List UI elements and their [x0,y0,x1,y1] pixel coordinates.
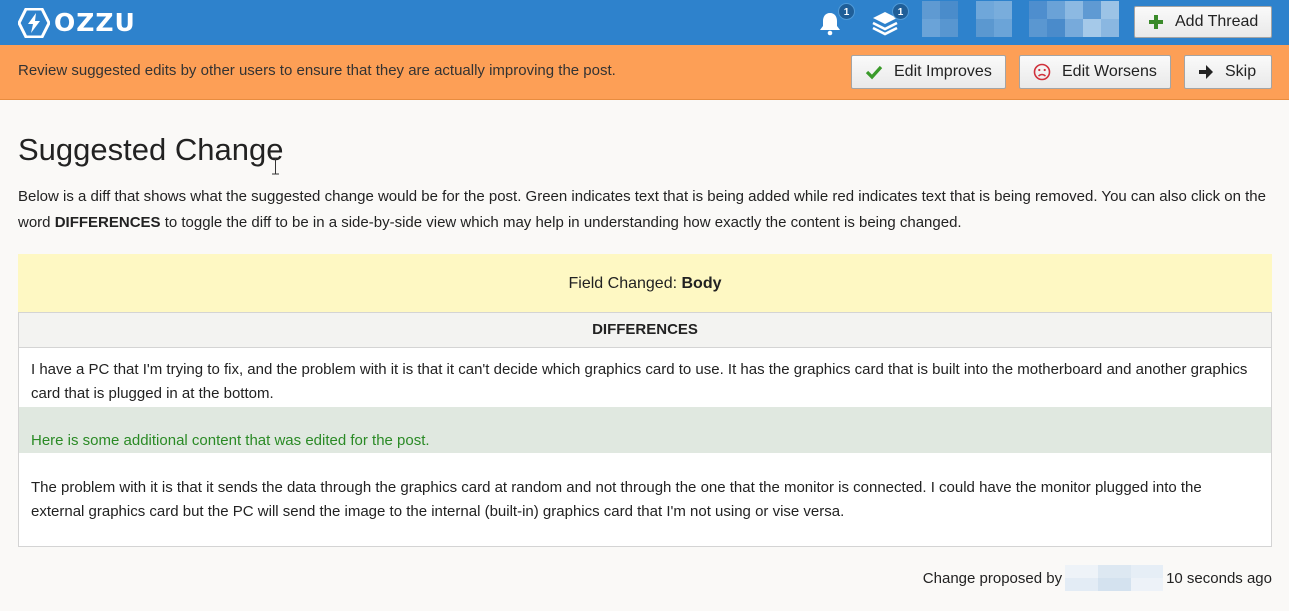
diff-added-row: Here is some additional content that was… [19,407,1271,453]
user-avatar-blurred[interactable] [922,1,958,37]
logo-text: OZZU [54,8,136,37]
updates-count-badge: 1 [892,3,909,20]
notifications-count-badge: 1 [838,3,855,20]
edit-improves-button[interactable]: Edit Improves [851,55,1006,89]
proposer-username-blurred[interactable] [1065,565,1164,591]
skip-label: Skip [1225,63,1257,80]
intro-text-end: to toggle the diff to be in a side-by-si… [160,214,962,231]
add-thread-label: Add Thread [1175,13,1259,30]
edit-worsens-button[interactable]: Edit Worsens [1019,55,1171,89]
differences-toggle[interactable]: DIFFERENCES [19,313,1271,348]
field-changed-box: Field Changed: Body [18,254,1272,313]
add-thread-button[interactable]: Add Thread [1134,6,1272,38]
plus-icon [1148,14,1164,30]
arrow-right-icon [1198,64,1214,80]
diff-unchanged-paragraph: I have a PC that I'm trying to fix, and … [31,361,1248,402]
notifications-button[interactable]: 1 [817,3,855,36]
proposed-by-label: Change proposed by [922,569,1063,587]
diff-table: DIFFERENCES I have a PC that I'm trying … [18,312,1272,547]
edit-worsens-label: Edit Worsens [1062,63,1157,80]
edit-improves-label: Edit Improves [894,63,992,80]
updates-button[interactable]: 1 [871,3,909,36]
skip-button[interactable]: Skip [1184,55,1272,89]
field-changed-value: Body [681,275,722,292]
field-changed-label: Field Changed: [568,275,682,292]
review-instructions: Review suggested edits by other users to… [18,62,616,79]
diff-added-text: Here is some additional content that was… [31,432,430,449]
ozzu-logo-icon [18,8,50,38]
top-navigation-bar: OZZU 1 1 Add Thread [0,0,1289,45]
sad-face-icon [1033,63,1051,81]
user-menu-blurred[interactable] [976,1,1012,37]
site-logo[interactable]: OZZU [18,8,136,38]
proposed-time: 10 seconds ago [1166,569,1272,587]
change-attribution: Change proposed by 10 seconds ago [923,565,1272,591]
username-blurred[interactable] [1029,1,1119,37]
checkmark-icon [865,64,883,80]
text-cursor-icon [272,157,279,175]
page-title: Suggested Change [18,132,284,167]
review-banner: Review suggested edits by other users to… [0,45,1289,100]
differences-keyword: DIFFERENCES [54,214,161,231]
diff-unchanged-paragraph: The problem with it is that it sends the… [31,479,1202,520]
diff-instructions: Below is a diff that shows what the sugg… [18,184,1273,236]
